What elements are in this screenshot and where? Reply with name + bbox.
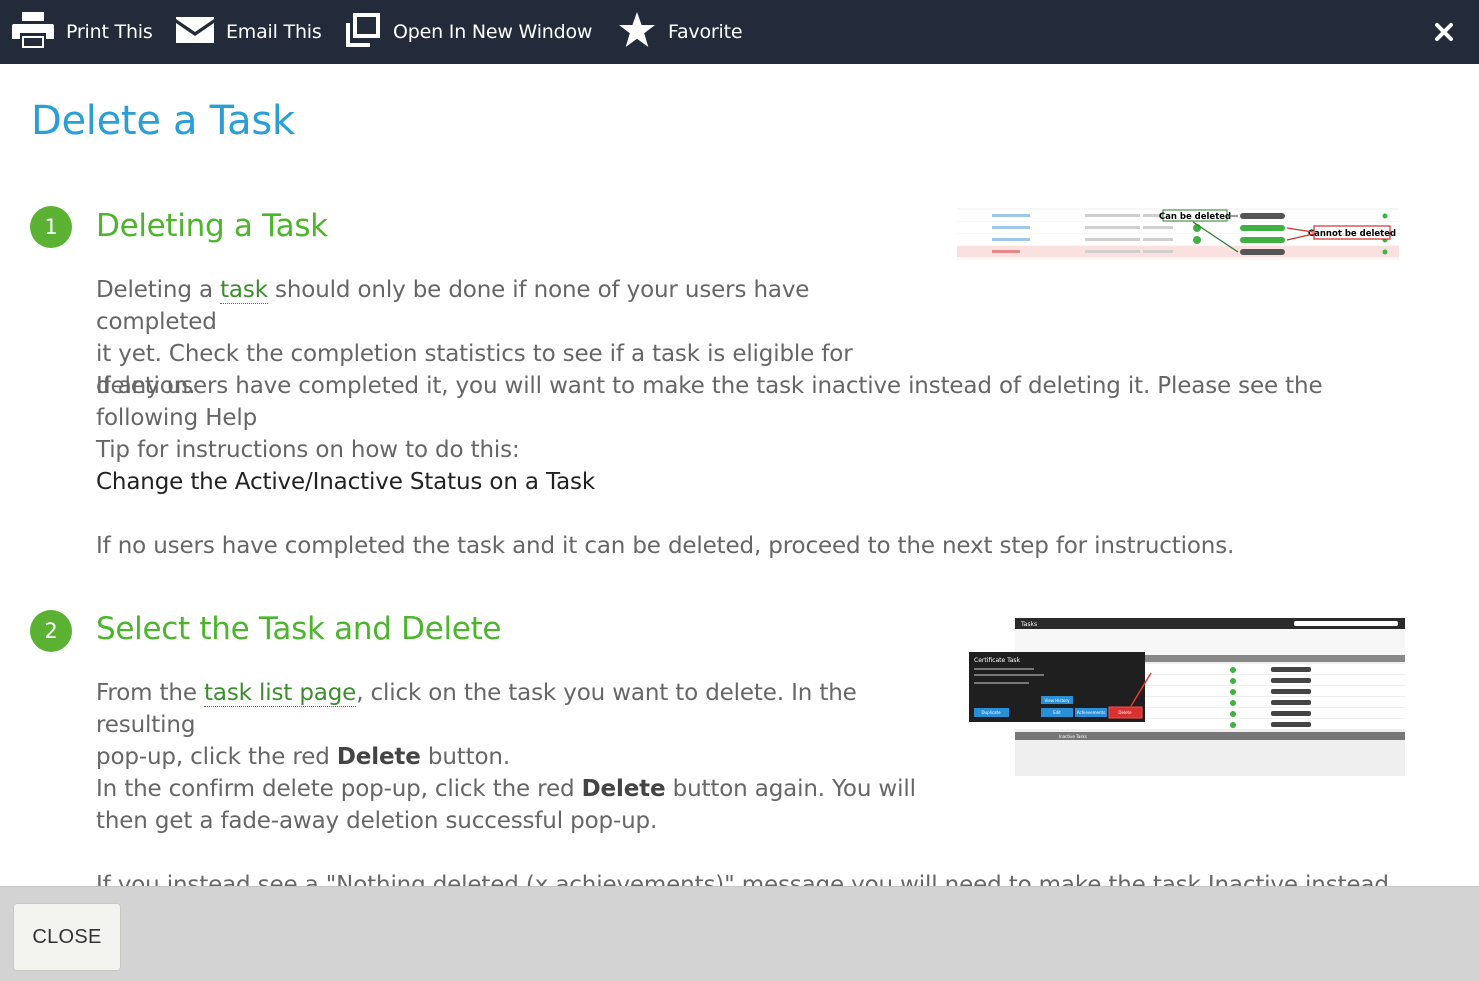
bold-text: Delete [581,776,666,802]
step-2-paragraph-3: If you instead see a "Nothing deleted (x… [96,872,1396,886]
step-1-paragraph-3: If no users have completed the task and … [96,533,1235,559]
new-window-icon [345,13,381,51]
printer-icon [12,11,54,53]
open-new-window-button[interactable]: Open In New Window [345,0,592,64]
delete-button: Delete [1118,710,1132,715]
popup-title: Certificate Task [974,657,1021,664]
top-toolbar: Print This Email This Open In New Window… [0,0,1479,64]
favorite-label: Favorite [668,21,743,43]
text-run: From the [96,680,205,706]
email-button[interactable]: Email This [176,0,322,64]
print-label: Print This [66,21,153,43]
step-title: Select the Task and Delete [96,611,502,647]
step-1-paragraph-2: If any users have completed it, you will… [96,370,1416,466]
text-run: button. [420,744,511,770]
open-window-label: Open In New Window [393,21,593,43]
task-link[interactable]: task [220,277,268,304]
footer-bar: CLOSE [0,886,1479,981]
view-history-button: View History [1045,698,1071,703]
help-tip-link[interactable]: Change the Active/Inactive Status on a T… [96,466,595,498]
email-label: Email This [226,21,322,43]
print-button[interactable]: Print This [12,0,153,64]
edit-button: Edit [1053,710,1061,715]
task-list-page-link[interactable]: task list page [204,680,356,707]
text-run: pop-up, click the red [96,744,337,770]
can-be-deleted-callout: Can be deleted [1159,212,1231,222]
text-run: Tip for instructions on how to do this: [96,437,520,463]
envelope-icon [176,17,214,47]
duplicate-button: Duplicate [981,710,1001,715]
text-run: If any users have completed it, you will… [96,373,1323,431]
star-icon [618,11,656,53]
help-content: Delete a Task 1 Deleting a Task Deleting… [0,64,1479,886]
bold-text: Delete [336,744,421,770]
step-2-paragraph-2: In the confirm delete pop-up, click the … [96,773,936,837]
text-run: Deleting a [96,277,221,303]
task-list-screenshot: Can be deleted Cannot be deleted [957,208,1399,260]
inactive-tasks-label: Inactive Tasks [1059,734,1087,739]
achievements-button: Achievements [1077,710,1105,715]
step-2-paragraph-1: From the task list page, click on the ta… [96,677,936,773]
step-number-badge: 2 [30,610,72,652]
text-run: In the confirm delete pop-up, click the … [96,776,582,802]
page-title: Delete a Task [31,98,295,144]
close-icon[interactable] [1429,17,1459,47]
step-number-badge: 1 [30,206,72,248]
text-run: button again. You will [665,776,916,802]
task-popup-screenshot: Tasks Certificate Task View History Dupl… [969,618,1405,776]
close-button[interactable]: CLOSE [13,903,121,971]
favorite-button[interactable]: Favorite [618,0,743,64]
app-title: Tasks [1020,621,1037,628]
step-title: Deleting a Task [96,208,328,244]
cannot-be-deleted-callout: Cannot be deleted [1308,229,1396,239]
text-run: then get a fade-away deletion successful… [96,808,658,834]
